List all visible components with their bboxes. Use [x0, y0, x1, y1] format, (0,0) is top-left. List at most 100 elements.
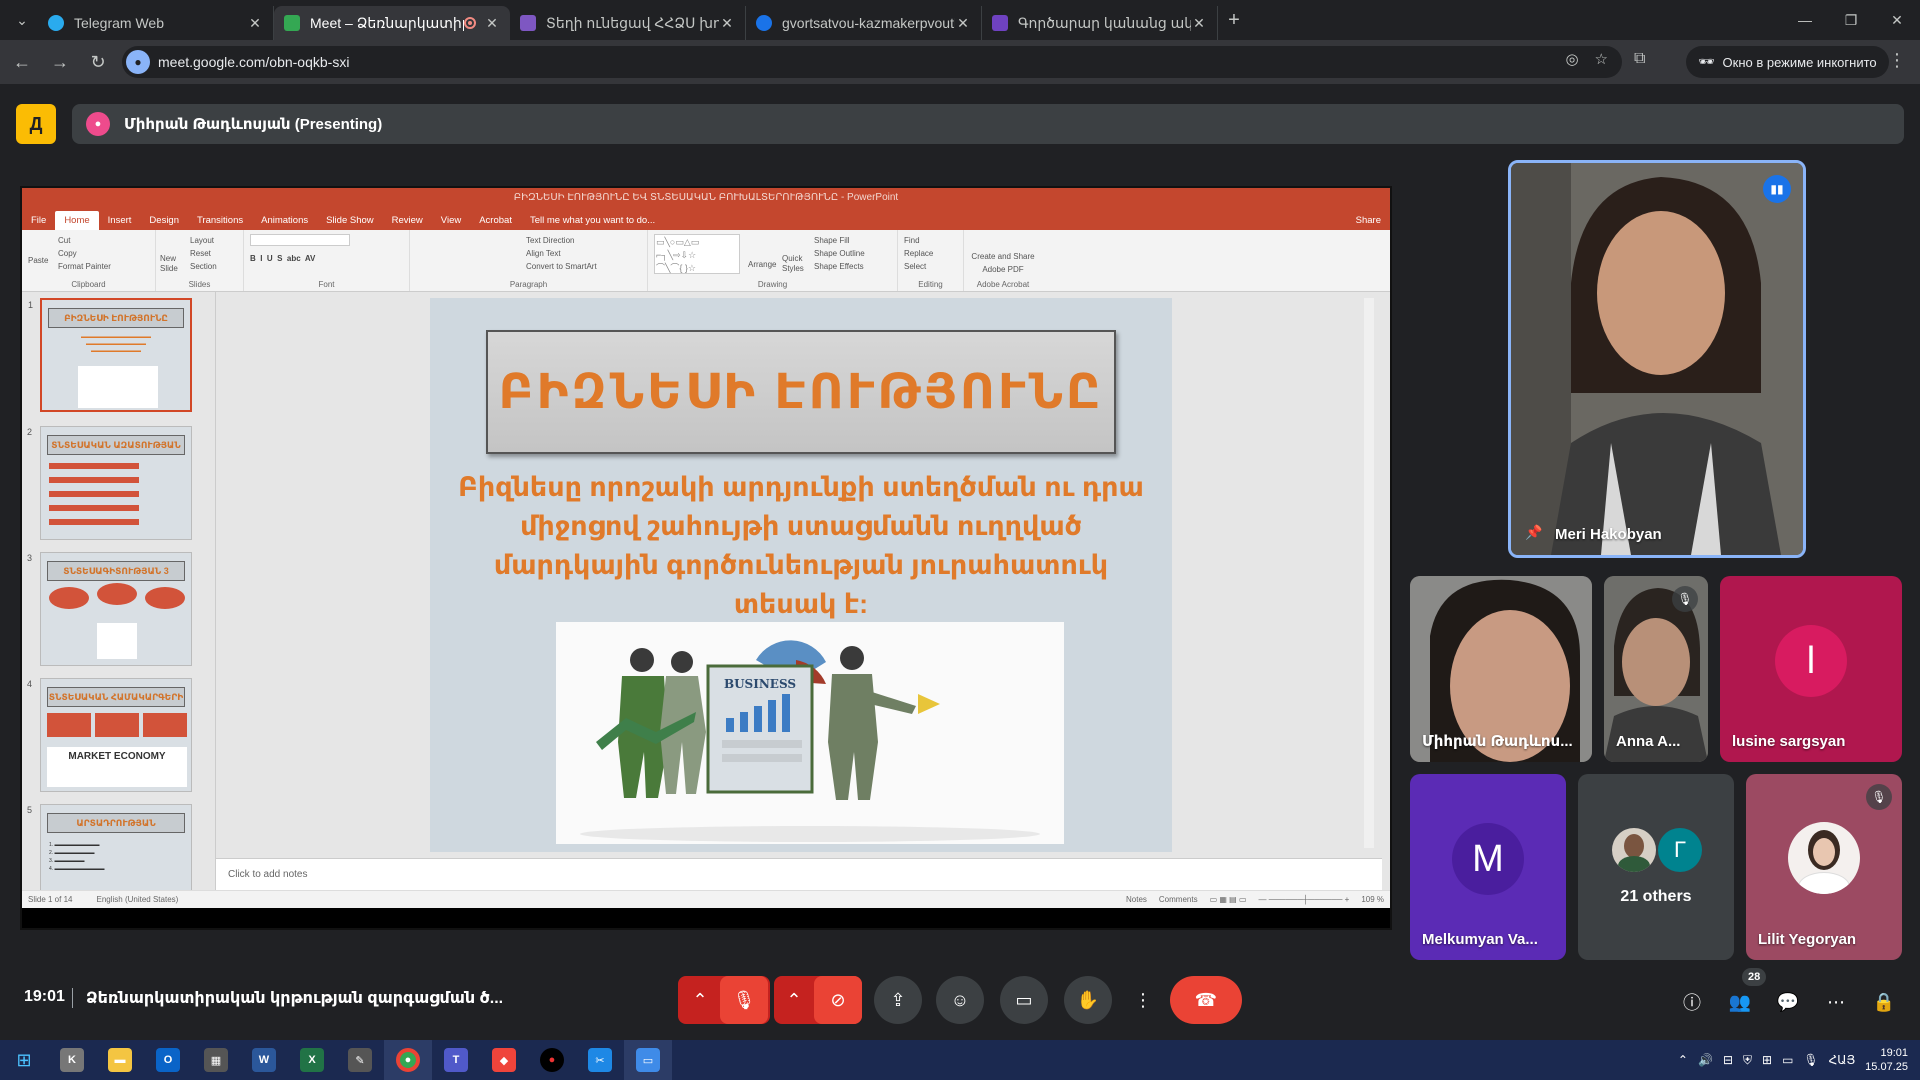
participant-count-badge: 28 — [1742, 968, 1767, 986]
video-options-chevron-icon[interactable]: ⌃ — [774, 990, 814, 1011]
powerpoint-body: 1 ԲԻԶՆԵՍԻ ԷՈՒԹՅՈՒՆԸ ▬▬▬▬▬▬▬▬▬▬▬▬▬▬ ▬▬▬▬▬▬… — [22, 292, 1390, 908]
reload-icon[interactable]: ↻ — [82, 46, 114, 78]
volume-icon[interactable]: 🔊 — [1698, 1053, 1713, 1067]
windows-taskbar: ⊞ K ▬ O ▦ W X ✎ ● T ◆ ● ✂ ▭ ⌃ 🔊 ⊟ ⛨ ⊞ ▭ … — [0, 1040, 1920, 1080]
emoji-reaction-button[interactable]: ☺ — [936, 976, 984, 1024]
incognito-label: Окно в режиме инкогнито — [1722, 54, 1877, 70]
close-tab-icon[interactable]: ✕ — [719, 15, 735, 32]
raise-hand-button[interactable]: ✋ — [1064, 976, 1112, 1024]
audio-options-chevron-icon[interactable]: ⌃ — [680, 990, 720, 1011]
url-bar[interactable]: ● meet.google.com/obn-oqkb-sxi ◎ ☆ — [122, 46, 1622, 78]
capcut-icon[interactable]: ✂ — [576, 1040, 624, 1080]
eye-off-icon[interactable]: ◎ — [1565, 50, 1578, 68]
participant-tile[interactable]: M Melkumyan Va... — [1410, 774, 1566, 960]
tray-chevron-icon[interactable]: ⌃ — [1678, 1053, 1688, 1067]
smartart-label: Convert to SmartArt — [526, 262, 597, 271]
tab-meet[interactable]: Meet – Ձեռնարկատիրակ ✕ — [274, 6, 510, 40]
windows-flag-icon[interactable]: ⊞ — [1762, 1053, 1772, 1067]
divider — [72, 988, 73, 1008]
app-window-icon[interactable]: ▭ — [624, 1040, 672, 1080]
new-tab-button[interactable]: + — [1218, 9, 1250, 32]
tab-title: Telegram Web — [74, 15, 165, 31]
close-tab-icon[interactable]: ✕ — [955, 15, 971, 32]
activities-icon[interactable]: ⋯ — [1820, 986, 1852, 1018]
mic-off-button[interactable]: 🎙 — [720, 976, 768, 1024]
tab-gvortsatvou[interactable]: gvortsatvou-kazmakerpvouthy ✕ — [746, 6, 982, 40]
mic-off-icon: 🎙 — [1866, 784, 1892, 810]
close-tab-icon[interactable]: ✕ — [484, 15, 500, 32]
taskbar-clock[interactable]: 19:01 15.07.25 — [1865, 1046, 1908, 1074]
ribbon-clipboard: Paste Cut Copy Format Painter Clipboard — [22, 230, 156, 291]
minimize-icon[interactable]: — — [1782, 0, 1828, 40]
arrange-label: Arrange — [748, 260, 777, 269]
meeting-name[interactable]: Ձեռնարկատիրական կրթության զարգացման ծ... — [86, 988, 503, 1008]
comments-label: Comments — [1158, 895, 1198, 904]
system-tray: ⌃ 🔊 ⊟ ⛨ ⊞ ▭ 🎙 ՀԱՅ 19:01 15.07.25 — [1678, 1040, 1908, 1080]
group-label: Font — [318, 280, 335, 289]
outlook-icon[interactable]: O — [144, 1040, 192, 1080]
tab-business-club[interactable]: Գործարար կանանց ակումբ ✕ — [982, 6, 1218, 40]
word-icon[interactable]: W — [240, 1040, 288, 1080]
tab-telegram[interactable]: Telegram Web ✕ — [38, 6, 274, 40]
teams-icon[interactable]: T — [432, 1040, 480, 1080]
leave-call-button[interactable]: ☎ — [1170, 976, 1242, 1024]
people-icon[interactable]: 👥 — [1724, 986, 1756, 1018]
participant-tile[interactable]: l lusine sargsyan — [1720, 576, 1902, 762]
present-screen-button[interactable]: ⇪ — [874, 976, 922, 1024]
forward-icon[interactable]: → — [44, 46, 76, 78]
paint-icon[interactable]: ✎ — [336, 1040, 384, 1080]
bookmark-star-icon[interactable]: ☆ — [1595, 50, 1608, 68]
shape-effects-label: Shape Effects — [814, 262, 864, 271]
participant-tile[interactable]: 🎙 Lilit Yegoryan — [1746, 774, 1902, 960]
pin-icon[interactable]: 📌 — [1525, 524, 1542, 541]
captions-button[interactable]: ▭ — [1000, 976, 1048, 1024]
restore-icon[interactable]: ❐ — [1828, 0, 1874, 40]
more-options-button[interactable]: ⋮ — [1126, 976, 1160, 1024]
browser-tab-strip: ⌄ Telegram Web ✕ Meet – Ձեռնարկատիրակ ✕ … — [0, 0, 1920, 40]
participant-tile[interactable]: 🎙 Anna A... — [1604, 576, 1708, 762]
pinned-participant-tile[interactable]: ▮▮ 📌 Meri Hakobyan — [1508, 160, 1806, 558]
menu-slideshow: Slide Show — [326, 215, 374, 226]
host-controls-icon[interactable]: 🔒 — [1868, 986, 1900, 1018]
presenting-bar: Д ● Միհրան Թադևոսյան (Presenting) — [16, 104, 1904, 144]
record-icon[interactable]: ● — [528, 1040, 576, 1080]
chat-icon[interactable]: 💬 — [1772, 986, 1804, 1018]
incognito-indicator[interactable]: 🕶 Окно в режиме инкогнито — [1686, 46, 1889, 78]
mic-tray-icon[interactable]: 🎙 — [1803, 1053, 1818, 1067]
anydesk-icon[interactable]: ◆ — [480, 1040, 528, 1080]
extensions-icon[interactable]: ⧉ — [1634, 50, 1645, 68]
tab-council[interactable]: Տեղի ունեցավ ՀՀՁՍ խորհրդ ✕ — [510, 6, 746, 40]
close-tab-icon[interactable]: ✕ — [247, 15, 263, 32]
calculator-icon[interactable]: ▦ — [192, 1040, 240, 1080]
network-icon[interactable]: ⊟ — [1723, 1053, 1733, 1067]
keyboard-language[interactable]: ՀԱՅ — [1829, 1053, 1856, 1067]
tab-search-icon[interactable]: ⌄ — [6, 4, 38, 36]
group-label: Editing — [918, 280, 943, 289]
security-icon[interactable]: ⛨ — [1743, 1053, 1752, 1068]
presenter-avatar: ● — [86, 112, 110, 136]
browser-menu-icon[interactable]: ⋮ — [1888, 50, 1906, 71]
close-tab-icon[interactable]: ✕ — [1191, 15, 1207, 32]
excel-icon[interactable]: X — [288, 1040, 336, 1080]
notes-pane: Click to add notes — [216, 858, 1382, 890]
chrome-icon[interactable]: ● — [384, 1040, 432, 1080]
share-label: Share — [1355, 215, 1381, 226]
camera-off-button[interactable]: ⊘ — [814, 976, 862, 1024]
back-icon[interactable]: ← — [6, 46, 38, 78]
display-icon[interactable]: ▭ — [1782, 1053, 1793, 1067]
participant-tile[interactable]: Միհրան Թադևոս... — [1410, 576, 1592, 762]
meeting-info-icon[interactable]: ⓘ — [1676, 986, 1708, 1018]
windows-start-icon[interactable]: ⊞ — [0, 1040, 48, 1080]
tab-title: gvortsatvou-kazmakerpvouthy — [782, 15, 955, 31]
others-tile[interactable]: Г 21 others — [1578, 774, 1734, 960]
close-window-icon[interactable]: ✕ — [1874, 0, 1920, 40]
file-explorer-icon[interactable]: ▬ — [96, 1040, 144, 1080]
slide-canvas: ԲԻԶՆԵՍԻ ԷՈՒԹՅՈՒՆԸ Բիզնեսը որոշակի արդյու… — [216, 292, 1382, 858]
app-icon[interactable]: K — [48, 1040, 96, 1080]
shared-screen: ԲԻԶՆԵՍԻ ԷՈՒԹՅՈՒՆԸ ԵՎ ՏՆՏԵՍԱԿԱՆ ԲՈՒԽԱԼՏԵՐ… — [20, 186, 1392, 930]
url-text[interactable]: meet.google.com/obn-oqkb-sxi — [158, 54, 349, 70]
microphone-icon[interactable]: ● — [126, 50, 150, 74]
presenter-chip[interactable]: ● Միհրան Թադևոսյան (Presenting) — [72, 104, 1904, 144]
tab-title: Տեղի ունեցավ ՀՀՁՍ խորհրդ — [546, 14, 719, 31]
group-label: Slides — [188, 280, 211, 289]
